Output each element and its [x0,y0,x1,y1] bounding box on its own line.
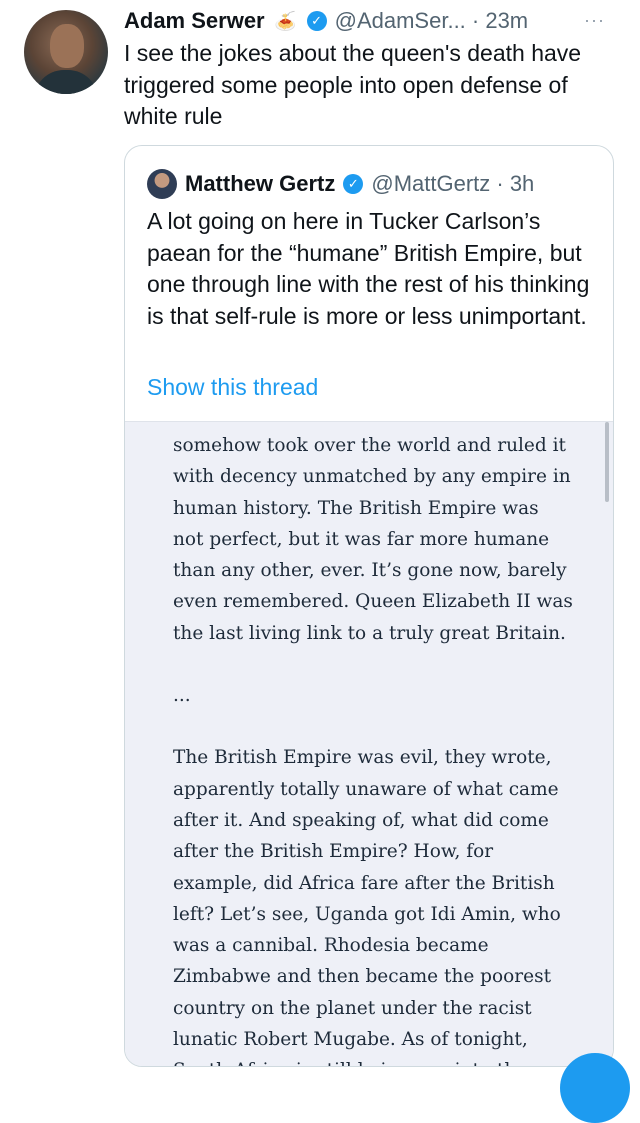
author-handle-time[interactable]: @AdamSer... · 23m [335,8,529,34]
article-screenshot: somehow took over the world and ruled it… [125,421,613,1066]
verified-badge-icon: ✓ [343,174,364,194]
article-separator: ... [173,685,191,707]
quoted-tweet-text: A lot going on here in Tucker Carlson’s … [147,208,590,329]
compose-tweet-button[interactable] [560,1053,630,1123]
quoted-tweet[interactable]: Matthew Gertz ✓ @MattGertz · 3h A lot go… [124,145,614,1067]
quoted-handle-time: @MattGertz · 3h [371,171,535,196]
show-thread-link[interactable]: Show this thread [147,374,318,401]
verified-badge-icon: ✓ [306,11,327,31]
spaghetti-emoji-icon: 🍝 [274,10,297,31]
more-options-icon[interactable]: ··· [584,10,605,31]
author-name[interactable]: Adam Serwer [124,8,265,34]
avatar-shirt [34,70,98,94]
quoted-author-avatar [147,169,177,199]
tweet-text: I see the jokes about the queen's death … [124,40,582,129]
tweet-header: Adam Serwer 🍝 ✓ @AdamSer... · 23m [124,4,528,38]
quoted-tweet-header: Matthew Gertz ✓ @MattGertz · 3h [147,168,534,200]
article-paragraph-2: The British Empire was evil, they wrote,… [173,747,561,1066]
avatar-face [50,24,84,68]
article-gap [173,711,573,742]
quoted-author-name: Matthew Gertz [185,171,336,196]
author-avatar[interactable] [24,10,108,94]
article-gap [173,649,573,680]
article-text: somehow took over the world and ruled it… [173,430,573,1066]
article-paragraph-1: somehow took over the world and ruled it… [173,435,573,644]
article-scrollbar [605,422,609,502]
